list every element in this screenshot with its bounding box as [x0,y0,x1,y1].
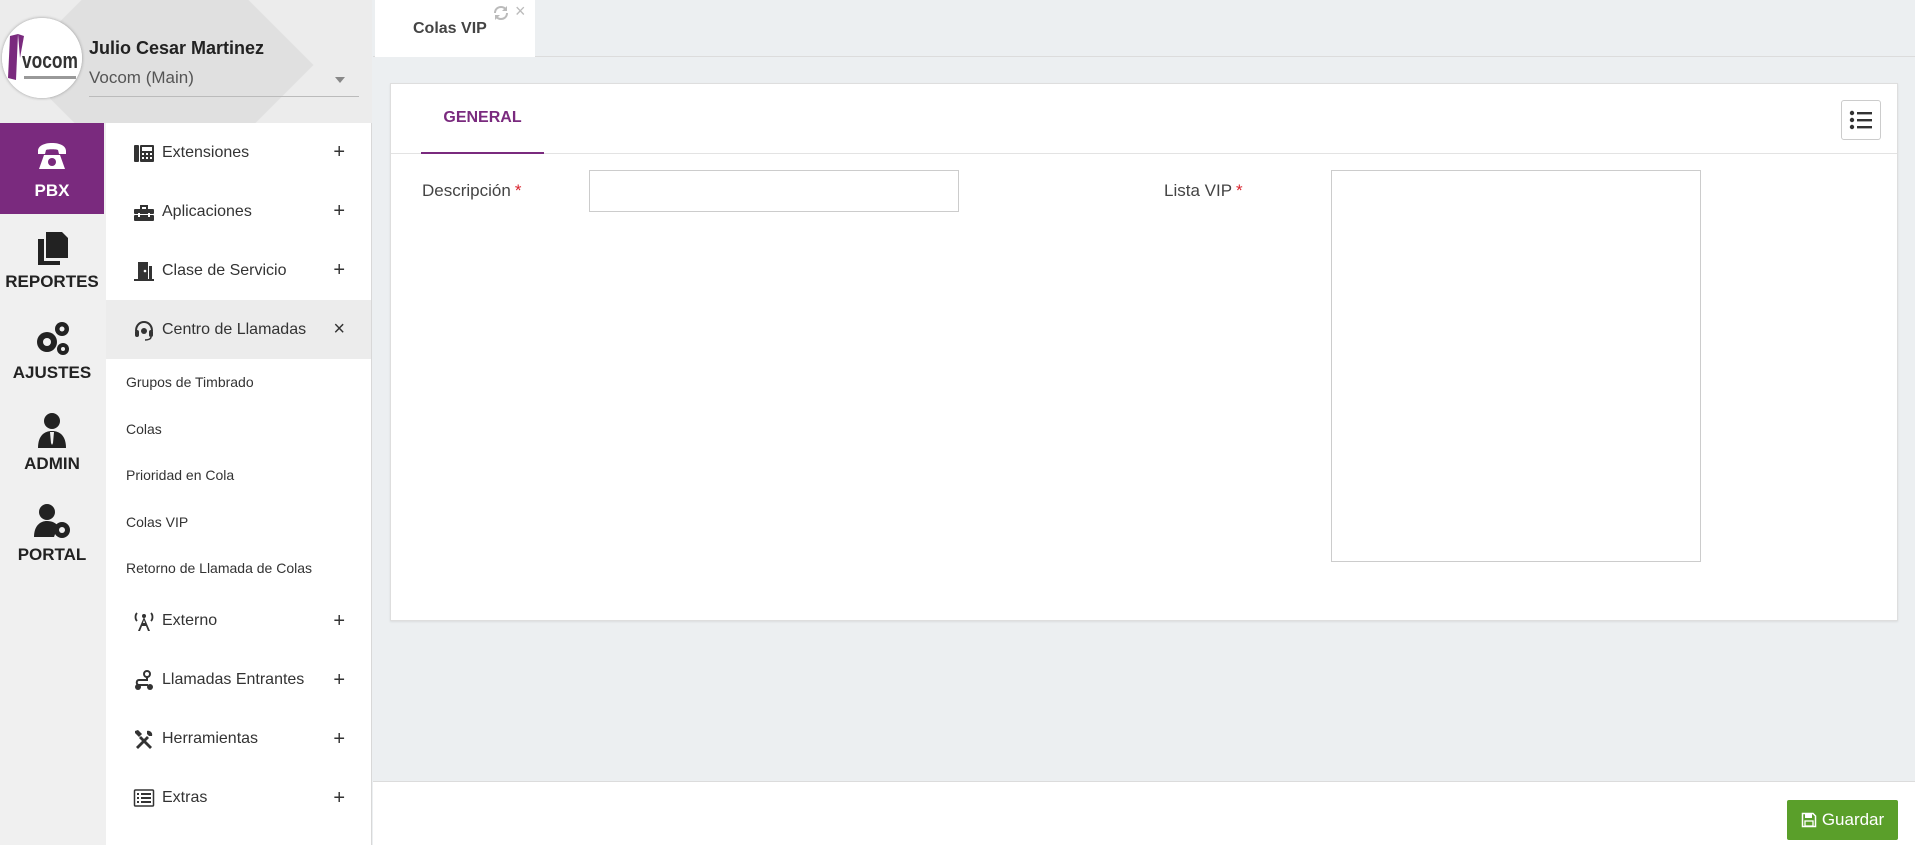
list-icon [1849,110,1872,130]
list-view-button[interactable] [1841,100,1881,140]
module-label: AJUSTES [12,362,92,382]
expand-icon[interactable]: + [333,259,345,282]
user-name: Julio Cesar Martinez [89,38,265,58]
logo-text: vocom [22,48,78,73]
menu-item-aplicaciones[interactable]: Aplicaciones + [106,182,371,241]
submenu-item-retorno-de-llamada[interactable]: Retorno de Llamada de Colas [106,545,371,592]
submenu-item-colas[interactable]: Colas [106,406,371,453]
required-mark: * [1236,181,1243,200]
user-profile: vocom Julio Cesar Martinez Vocom (Main) [0,0,372,123]
close-icon[interactable]: × [515,1,526,22]
sidebar: vocom Julio Cesar Martinez Vocom (Main) … [0,0,372,845]
headset-icon [132,319,156,341]
module-label: ADMIN [24,453,80,473]
toolbox-icon [132,201,156,223]
save-button[interactable]: Guardar [1787,800,1898,840]
user-gear-icon [34,503,70,538]
module-portal[interactable]: PORTAL [0,487,104,578]
refresh-icon[interactable] [492,4,510,22]
form-card: GENERAL Descripción * Lista VIP * [390,83,1898,621]
tab-bar: Colas VIP × [373,0,1915,57]
footer-bar: Guardar [373,781,1915,845]
submenu-item-grupos-de-timbrado[interactable]: Grupos de Timbrado [106,359,371,406]
collapse-icon[interactable]: × [333,318,345,341]
expand-icon[interactable]: + [333,669,345,692]
module-label: PBX [34,180,70,200]
menu-item-centro-de-llamadas[interactable]: Centro de Llamadas × [106,300,371,359]
module-pbx[interactable]: PBX [0,123,104,214]
save-icon [1801,812,1817,828]
save-label: Guardar [1821,810,1885,829]
door-icon [132,260,156,282]
description-input[interactable] [589,170,959,212]
module-admin[interactable]: ADMIN [0,396,104,487]
required-mark: * [514,181,522,200]
phone-office-icon [132,142,156,164]
module-label: PORTAL [17,544,87,564]
form-tabs: GENERAL [391,84,1897,154]
menu-item-label: Llamadas Entrantes [162,671,305,688]
module-ajustes[interactable]: AJUSTES [0,305,104,396]
documents-icon [38,231,68,265]
menu-item-extensiones[interactable]: Extensiones + [106,123,371,182]
tools-icon [132,728,156,750]
tab-colas-vip[interactable]: Colas VIP × [375,0,535,57]
menu-item-label: Aplicaciones [162,202,252,220]
antenna-icon [132,610,156,632]
pbx-menu: Extensiones + Aplicaciones + Clase de Se… [106,123,371,845]
phone-icon [38,142,66,169]
caret-down-icon [335,77,345,83]
menu-item-label: Externo [162,612,218,629]
description-label: Descripción * [422,181,522,200]
menu-item-clase-de-servicio[interactable]: Clase de Servicio + [106,241,371,300]
submenu-item-colas-vip[interactable]: Colas VIP [106,499,371,546]
expand-icon[interactable]: + [333,200,345,223]
tab-label: Colas VIP [413,20,487,37]
menu-item-label: Clase de Servicio [162,261,287,279]
company-select[interactable]: Vocom (Main) [89,68,359,97]
route-icon [132,669,156,691]
menu-item-label: Extras [162,789,208,806]
user-tie-icon [38,412,66,448]
module-label: REPORTES [5,271,99,291]
vip-list-label: Lista VIP * [1164,181,1243,200]
expand-icon[interactable]: + [333,728,345,751]
expand-icon[interactable]: + [333,141,345,164]
tab-general[interactable]: GENERAL [421,84,544,154]
vip-list-textarea[interactable] [1331,170,1701,562]
menu-item-herramientas[interactable]: Herramientas + [106,710,371,769]
menu-item-label: Centro de Llamadas [162,320,307,338]
company-select-value: Vocom (Main) [89,68,194,87]
list-alt-icon [132,787,156,809]
company-logo: vocom [2,18,82,98]
expand-icon[interactable]: + [333,787,345,810]
expand-icon[interactable]: + [333,610,345,633]
menu-item-llamadas-entrantes[interactable]: Llamadas Entrantes + [106,651,371,710]
menu-item-label: Extensiones [162,143,250,161]
module-bar: PBX REPORTES AJUSTES ADMIN PORTAL [0,123,104,578]
menu-item-extras[interactable]: Extras + [106,769,371,828]
menu-item-externo[interactable]: Externo + [106,592,371,651]
submenu-item-prioridad-en-cola[interactable]: Prioridad en Cola [106,452,371,499]
menu-item-label: Herramientas [162,730,259,747]
module-reportes[interactable]: REPORTES [0,214,104,305]
gears-icon [37,321,69,355]
